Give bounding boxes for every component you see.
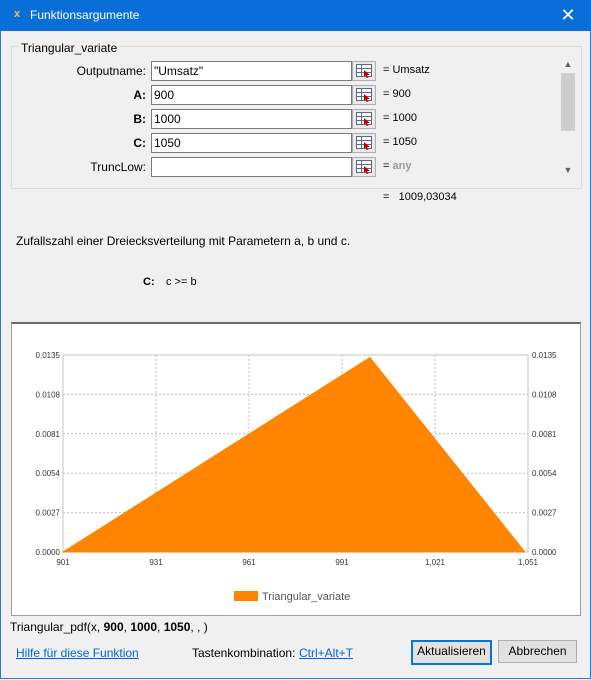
legend-swatch (234, 591, 258, 601)
app-icon: x (14, 8, 21, 20)
c-result: = 1050 (383, 136, 417, 148)
outputname-ref-button[interactable] (352, 61, 376, 81)
x-tick-label: 1,051 (518, 558, 539, 567)
formula-a: 900 (103, 620, 124, 634)
x-tick-label: 991 (335, 558, 349, 567)
close-icon[interactable]: ✕ (545, 0, 591, 31)
chart-svg: 901 931 961 991 1,021 1,0510.0000 0.00000.0027… (36, 351, 557, 603)
b-label: B: (133, 112, 146, 126)
a-input[interactable] (151, 85, 352, 105)
scroll-thumb[interactable] (561, 73, 575, 131)
cell-reference-icon (356, 64, 372, 78)
y-tick-label-right: 0.0081 (532, 430, 557, 439)
x-tick-label: 961 (242, 558, 256, 567)
outputname-label: Outputname: (76, 64, 146, 78)
outputname-result: = Umsatz (383, 64, 430, 76)
param-help-text: c >= b (166, 276, 197, 288)
scroll-down-icon[interactable]: ▼ (559, 163, 577, 177)
c-input[interactable] (151, 133, 352, 153)
formula-text: Triangular_pdf(x, 900, 1000, 1050, , ) (10, 620, 208, 634)
help-link[interactable]: Hilfe für diese Funktion (16, 646, 139, 660)
cell-reference-icon (356, 160, 372, 174)
cell-reference-icon (356, 136, 372, 150)
trunclow-result-any: any (392, 160, 412, 172)
trunclow-ref-button[interactable] (352, 157, 376, 177)
y-tick-label-right: 0.0000 (532, 548, 557, 557)
formula-c: 1050 (163, 620, 191, 634)
distribution-chart: 901 931 961 991 1,021 1,051 0.0000 0.0000 0.0027… (11, 322, 581, 616)
b-input[interactable] (151, 109, 352, 129)
trunclow-result: = any (383, 160, 411, 172)
formula-result: = 1009,03034 (383, 191, 457, 203)
y-tick-label-left: 0.0135 (36, 351, 61, 360)
outputname-input[interactable] (151, 61, 352, 81)
title-bar: x Funktionsargumente ✕ (0, 0, 591, 31)
x-tick-label: 1,021 (425, 558, 446, 567)
scroll-up-icon[interactable]: ▲ (559, 57, 577, 71)
b-ref-button[interactable] (352, 109, 376, 129)
a-result: = 900 (383, 88, 411, 100)
formula-suffix: , , ) (190, 620, 208, 634)
legend-label: Triangular_variate (262, 591, 350, 603)
c-ref-button[interactable] (352, 133, 376, 153)
y-tick-label-left: 0.0054 (36, 469, 61, 478)
update-button[interactable]: Aktualisieren (411, 640, 492, 665)
group-label: Triangular_variate (19, 41, 120, 55)
a-label: A: (133, 88, 146, 102)
y-tick-label-right: 0.0108 (532, 390, 557, 399)
y-tick-label-left: 0.0108 (36, 390, 61, 399)
cell-reference-icon (356, 88, 372, 102)
y-tick-label-left: 0.0081 (36, 430, 61, 439)
function-description: Zufallszahl einer Dreiecksverteilung mit… (16, 234, 351, 248)
y-tick-label-right: 0.0054 (532, 469, 557, 478)
shortcut-link[interactable]: Ctrl+Alt+T (299, 646, 353, 660)
cell-reference-icon (356, 112, 372, 126)
x-tick-label: 901 (56, 558, 70, 567)
formula-prefix: Triangular_pdf(x, (10, 620, 104, 634)
y-tick-label-left: 0.0000 (36, 548, 61, 557)
a-ref-button[interactable] (352, 85, 376, 105)
trunclow-input[interactable] (151, 157, 352, 177)
b-result: = 1000 (383, 112, 417, 124)
shortcut-label: Tastenkombination: (192, 646, 296, 660)
formula-b: 1000 (130, 620, 158, 634)
arguments-scrollbar[interactable]: ▲ ▼ (559, 57, 577, 179)
window-title: Funktionsargumente (30, 8, 140, 22)
y-tick-label-left: 0.0027 (36, 509, 61, 518)
y-tick-label-right: 0.0135 (532, 351, 557, 360)
x-tick-label: 931 (149, 558, 163, 567)
c-label: C: (133, 136, 146, 150)
y-tick-label-right: 0.0027 (532, 509, 557, 518)
param-help-name: C: (143, 276, 155, 288)
cancel-button[interactable]: Abbrechen (498, 640, 577, 663)
formula-sep2: , (157, 620, 164, 634)
trunclow-label: TruncLow: (90, 160, 146, 174)
